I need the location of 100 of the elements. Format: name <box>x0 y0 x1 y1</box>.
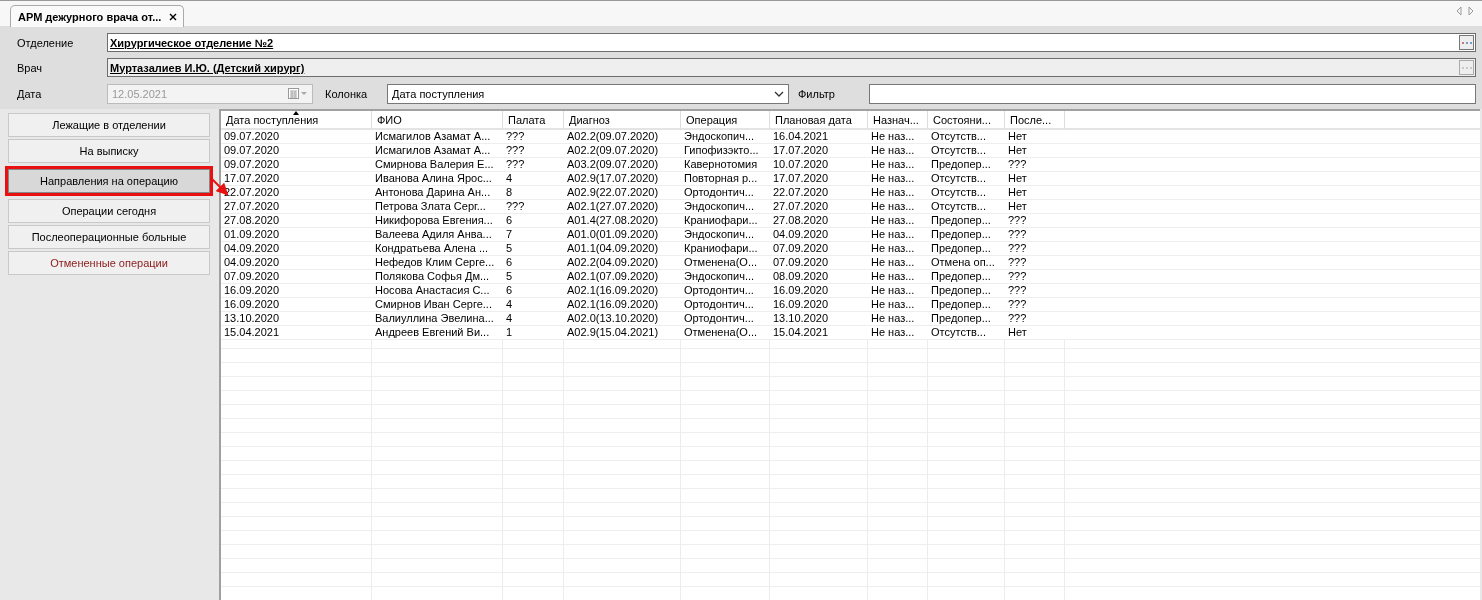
nav-button[interactable]: На выписку <box>8 139 210 163</box>
table-cell: 27.07.2020 <box>221 200 372 214</box>
table-cell: Не наз... <box>868 242 928 256</box>
table-cell: ??? <box>1005 228 1065 242</box>
ellipsis-icon <box>1460 65 1473 70</box>
table-cell: ??? <box>1005 158 1065 172</box>
table-cell: A02.1(16.09.2020) <box>564 298 681 312</box>
table-cell: Нет <box>1005 200 1065 214</box>
table-cell: 16.09.2020 <box>770 284 868 298</box>
nav-button[interactable]: Направления на операцию <box>5 166 213 196</box>
table-cell: Нет <box>1005 326 1065 340</box>
table-cell: Эндоскопич... <box>681 200 770 214</box>
table-cell: 4 <box>503 312 564 326</box>
tab[interactable]: АРМ дежурного врача от... <box>10 5 185 27</box>
table-cell: 07.09.2020 <box>770 242 868 256</box>
table-cell: Не наз... <box>868 284 928 298</box>
table-cell: A02.9(22.07.2020) <box>564 186 681 200</box>
field-label: Колонка <box>325 87 369 100</box>
scroll-left-icon[interactable] <box>1456 5 1462 16</box>
close-icon[interactable] <box>169 12 178 21</box>
table-cell: 6 <box>503 284 564 298</box>
table-cell: Ортодонтич... <box>681 298 770 312</box>
table-cell: Гипофизэкто... <box>681 144 770 158</box>
table-cell: 6 <box>503 256 564 270</box>
table-cell: Не наз... <box>868 186 928 200</box>
table-cell: Ортодонтич... <box>681 186 770 200</box>
table-cell: 1 <box>503 326 564 340</box>
nav-button[interactable]: Отмененные операции <box>8 251 210 275</box>
table-cell: 07.09.2020 <box>770 256 868 270</box>
table-cell: Предопер... <box>928 214 1005 228</box>
table-cell: Не наз... <box>868 158 928 172</box>
column-header[interactable]: Назнач... <box>868 111 928 130</box>
table-cell: 16.09.2020 <box>221 284 372 298</box>
table-cell: Носова Анастасия С... <box>372 284 503 298</box>
table-cell: A02.9(15.04.2021) <box>564 326 681 340</box>
column-header[interactable]: Операция <box>681 111 770 130</box>
table-cell: 13.10.2020 <box>770 312 868 326</box>
table-cell: Валиуллина Эвелина... <box>372 312 503 326</box>
filter-field[interactable] <box>869 83 1476 104</box>
table-cell: Петрова Злата Серг... <box>372 200 503 214</box>
column-header[interactable]: Дата поступления <box>221 111 372 130</box>
table-cell: 15.04.2021 <box>770 326 868 340</box>
nav-button[interactable]: Послеоперационные больные <box>8 225 210 249</box>
table-cell: 4 <box>503 172 564 186</box>
table-cell: ??? <box>503 144 564 158</box>
table-cell: Отсутств... <box>928 200 1005 214</box>
table-cell: 15.04.2021 <box>221 326 372 340</box>
table-cell: Ортодонтич... <box>681 284 770 298</box>
table-cell: ??? <box>1005 242 1065 256</box>
table-cell: ??? <box>1005 284 1065 298</box>
table-cell: Нет <box>1005 186 1065 200</box>
table-cell: Предопер... <box>928 284 1005 298</box>
table-cell: Исмагилов Азамат А... <box>372 130 503 144</box>
table-cell: Краниофари... <box>681 242 770 256</box>
table-cell: ??? <box>503 130 564 144</box>
table-cell: Не наз... <box>868 144 928 158</box>
lookup-field[interactable]: Хирургическое отделение №2 <box>107 33 1476 52</box>
nav-button[interactable]: Лежащие в отделении <box>8 113 210 137</box>
table-cell: Не наз... <box>868 270 928 284</box>
table-cell: ??? <box>1005 270 1065 284</box>
table-cell: Не наз... <box>868 298 928 312</box>
table-cell: Не наз... <box>868 228 928 242</box>
table-cell: Отменена(О... <box>681 326 770 340</box>
table-cell: 04.09.2020 <box>770 228 868 242</box>
column-header[interactable]: Палата <box>503 111 564 130</box>
table-cell: Исмагилов Азамат А... <box>372 144 503 158</box>
table-cell: Эндоскопич... <box>681 228 770 242</box>
table-cell: Отсутств... <box>928 172 1005 186</box>
table-cell: 16.09.2020 <box>770 298 868 312</box>
table-cell: 4 <box>503 298 564 312</box>
table-cell: Отменена(О... <box>681 256 770 270</box>
table-cell: Кавернотомия <box>681 158 770 172</box>
table-cell: 17.07.2020 <box>221 172 372 186</box>
table-cell: 08.09.2020 <box>770 270 868 284</box>
table-cell: 6 <box>503 214 564 228</box>
table-cell: Отсутств... <box>928 326 1005 340</box>
table-cell: ??? <box>1005 214 1065 228</box>
column-header[interactable]: Диагноз <box>564 111 681 130</box>
table-cell: ??? <box>503 200 564 214</box>
table-cell: A02.0(13.10.2020) <box>564 312 681 326</box>
table-cell: Не наз... <box>868 200 928 214</box>
table-cell: ??? <box>503 158 564 172</box>
browse-button[interactable] <box>1459 35 1474 50</box>
ellipsis-icon <box>1460 40 1473 45</box>
column-header[interactable]: Плановая дата <box>770 111 868 130</box>
column-select[interactable]: Дата поступления <box>387 83 789 104</box>
scroll-right-icon[interactable] <box>1468 5 1474 16</box>
field-label: Отделение <box>17 36 75 49</box>
nav-button[interactable]: Операции сегодня <box>8 199 210 223</box>
table-cell: 8 <box>503 186 564 200</box>
table-cell: Не наз... <box>868 312 928 326</box>
column-header[interactable]: Состояни... <box>928 111 1005 130</box>
column-header[interactable]: После... <box>1005 111 1065 130</box>
table-cell: A02.2(09.07.2020) <box>564 130 681 144</box>
table-cell: Нет <box>1005 172 1065 186</box>
column-header[interactable]: ФИО <box>372 111 503 130</box>
table-cell: Никифорова Евгения... <box>372 214 503 228</box>
field-label: Фильтр <box>798 87 836 100</box>
field-label: Врач <box>17 61 44 74</box>
table-cell: A02.1(16.09.2020) <box>564 284 681 298</box>
